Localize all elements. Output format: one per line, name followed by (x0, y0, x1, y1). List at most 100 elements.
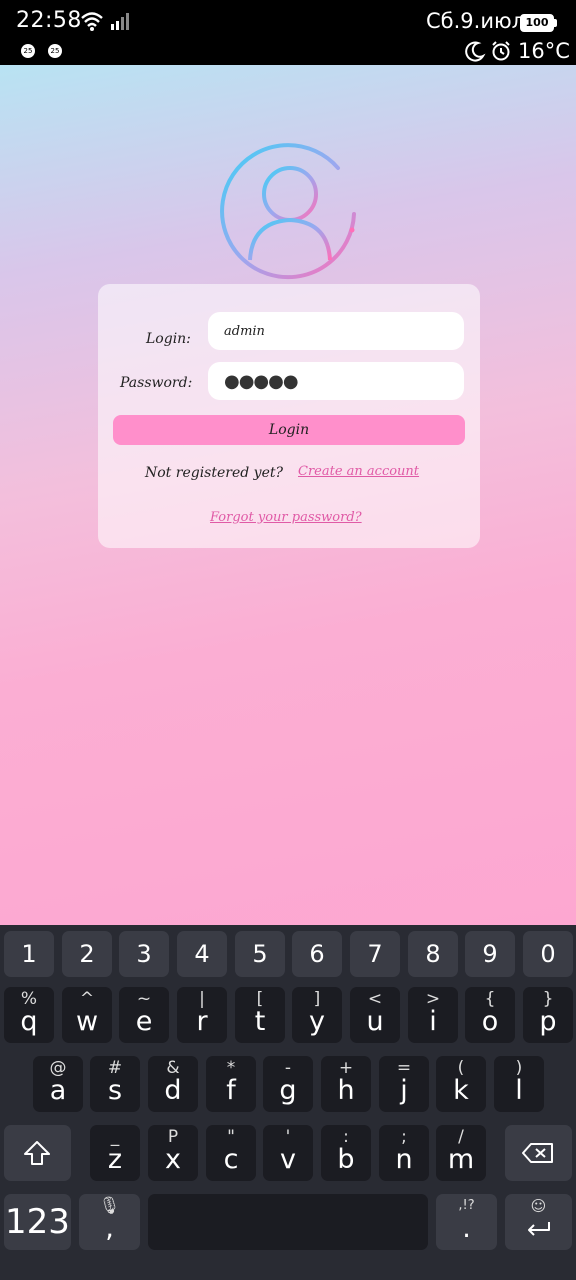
period-key[interactable]: ,!? . (436, 1194, 497, 1250)
numbers-mode-key[interactable]: 123 (4, 1194, 71, 1250)
key-label: x (165, 1144, 181, 1175)
key-e[interactable]: ~ e (119, 987, 169, 1043)
key-label: r (196, 1006, 208, 1037)
enter-icon (528, 1222, 550, 1236)
key-label: k (453, 1075, 469, 1106)
password-label: Password: (120, 375, 193, 391)
key-4[interactable]: 4 (177, 931, 227, 977)
key-i[interactable]: > i (408, 987, 458, 1043)
key-label: a (49, 1075, 67, 1106)
key-n[interactable]: ; n (379, 1125, 429, 1181)
space-key[interactable] (148, 1194, 428, 1250)
key-label: n (395, 1144, 413, 1175)
key-7[interactable]: 7 (350, 931, 400, 977)
key-v[interactable]: ' v (263, 1125, 313, 1181)
key-d[interactable]: & d (148, 1056, 198, 1112)
notification-icon: 25 (48, 44, 62, 58)
key-8[interactable]: 8 (408, 931, 458, 977)
key-1[interactable]: 1 (4, 931, 54, 977)
key-f[interactable]: * f (206, 1056, 256, 1112)
password-input[interactable]: ●●●●● (208, 362, 464, 400)
key-l[interactable]: ) l (494, 1056, 544, 1112)
comma-key[interactable]: 🎙 , (79, 1194, 140, 1250)
key-label: s (107, 1075, 123, 1106)
login-button[interactable]: Login (113, 415, 465, 445)
not-registered-text: Not registered yet? (145, 465, 283, 481)
login-input[interactable]: admin (208, 312, 464, 350)
key-label: f (226, 1075, 236, 1106)
create-account-link[interactable]: Create an account (298, 464, 419, 479)
key-3[interactable]: 3 (119, 931, 169, 977)
key-label: b (337, 1144, 355, 1175)
emoji-icon: ☺ (530, 1197, 547, 1215)
status-date: Сб.9.июл (426, 9, 526, 33)
key-m[interactable]: / m (436, 1125, 486, 1181)
key-label: z (107, 1144, 123, 1175)
key-x[interactable]: Px (148, 1125, 198, 1181)
key-label: o (481, 1006, 499, 1037)
forgot-password-link[interactable]: Forgot your password? (210, 510, 362, 525)
key-label: v (280, 1144, 296, 1175)
key-label: i (429, 1006, 437, 1037)
key-b[interactable]: :b (321, 1125, 371, 1181)
keyboard: 1 2 3 4 5 6 7 8 9 0 % q ^ w ~ e | r [t ] y < u… (0, 925, 576, 1280)
key-label: p (539, 1006, 557, 1037)
key-o[interactable]: {o (465, 987, 515, 1043)
key-6[interactable]: 6 (292, 931, 342, 977)
backspace-key[interactable] (505, 1125, 572, 1181)
key-0[interactable]: 0 (523, 931, 573, 977)
user-avatar-icon (220, 143, 356, 280)
key-label: j (400, 1075, 408, 1106)
battery-tip (554, 19, 557, 27)
status-time: 22:58 (16, 8, 82, 33)
key-k[interactable]: (k (436, 1056, 486, 1112)
key-s[interactable]: # s (90, 1056, 140, 1112)
key-h[interactable]: + h (321, 1056, 371, 1112)
key-t[interactable]: [t (235, 987, 285, 1043)
key-label: c (223, 1144, 239, 1175)
key-label: t (254, 1006, 266, 1037)
battery-level: 100 (522, 16, 552, 30)
login-label: Login: (146, 331, 191, 347)
moon-icon (465, 41, 486, 62)
key-9[interactable]: 9 (465, 931, 515, 977)
backspace-icon (522, 1143, 553, 1163)
key-c[interactable]: " c (206, 1125, 256, 1181)
key-a[interactable]: @ a (33, 1056, 83, 1112)
login-card: Login: admin Password: ●●●●● Login Not r… (98, 284, 480, 548)
status-temperature: 16°C (518, 39, 570, 63)
key-y[interactable]: ] y (292, 987, 342, 1043)
key-r[interactable]: | r (177, 987, 227, 1043)
shift-icon (24, 1141, 50, 1165)
key-label: y (309, 1006, 325, 1037)
key-p[interactable]: } p (523, 987, 573, 1043)
notification-icon: 25 (21, 44, 35, 58)
key-label: e (135, 1006, 153, 1037)
signal-icon (111, 13, 129, 30)
key-label: u (366, 1006, 384, 1037)
key-5[interactable]: 5 (235, 931, 285, 977)
alarm-icon (492, 41, 510, 61)
key-g[interactable]: -g (263, 1056, 313, 1112)
shift-key[interactable] (4, 1125, 71, 1181)
key-j[interactable]: = j (379, 1056, 429, 1112)
key-label: . (462, 1213, 471, 1244)
status-bar: 22:58 25 25 Сб.9.июл 100 16°C (0, 0, 576, 65)
key-label: l (515, 1075, 523, 1106)
key-label: q (20, 1006, 38, 1037)
enter-key[interactable]: ☺ (505, 1194, 572, 1250)
key-label: m (447, 1144, 475, 1175)
key-label: h (337, 1075, 355, 1106)
key-2[interactable]: 2 (62, 931, 112, 977)
key-w[interactable]: ^ w (62, 987, 112, 1043)
key-label: g (279, 1075, 297, 1106)
key-q[interactable]: % q (4, 987, 54, 1043)
key-label: w (75, 1006, 99, 1037)
login-screen: Login: admin Password: ●●●●● Login Not r… (0, 65, 576, 925)
key-label: , (105, 1213, 114, 1244)
key-u[interactable]: < u (350, 987, 400, 1043)
battery-icon: 100 (520, 14, 554, 32)
key-label: d (164, 1075, 182, 1106)
key-z[interactable]: _ z (90, 1125, 140, 1181)
wifi-icon (81, 12, 103, 31)
